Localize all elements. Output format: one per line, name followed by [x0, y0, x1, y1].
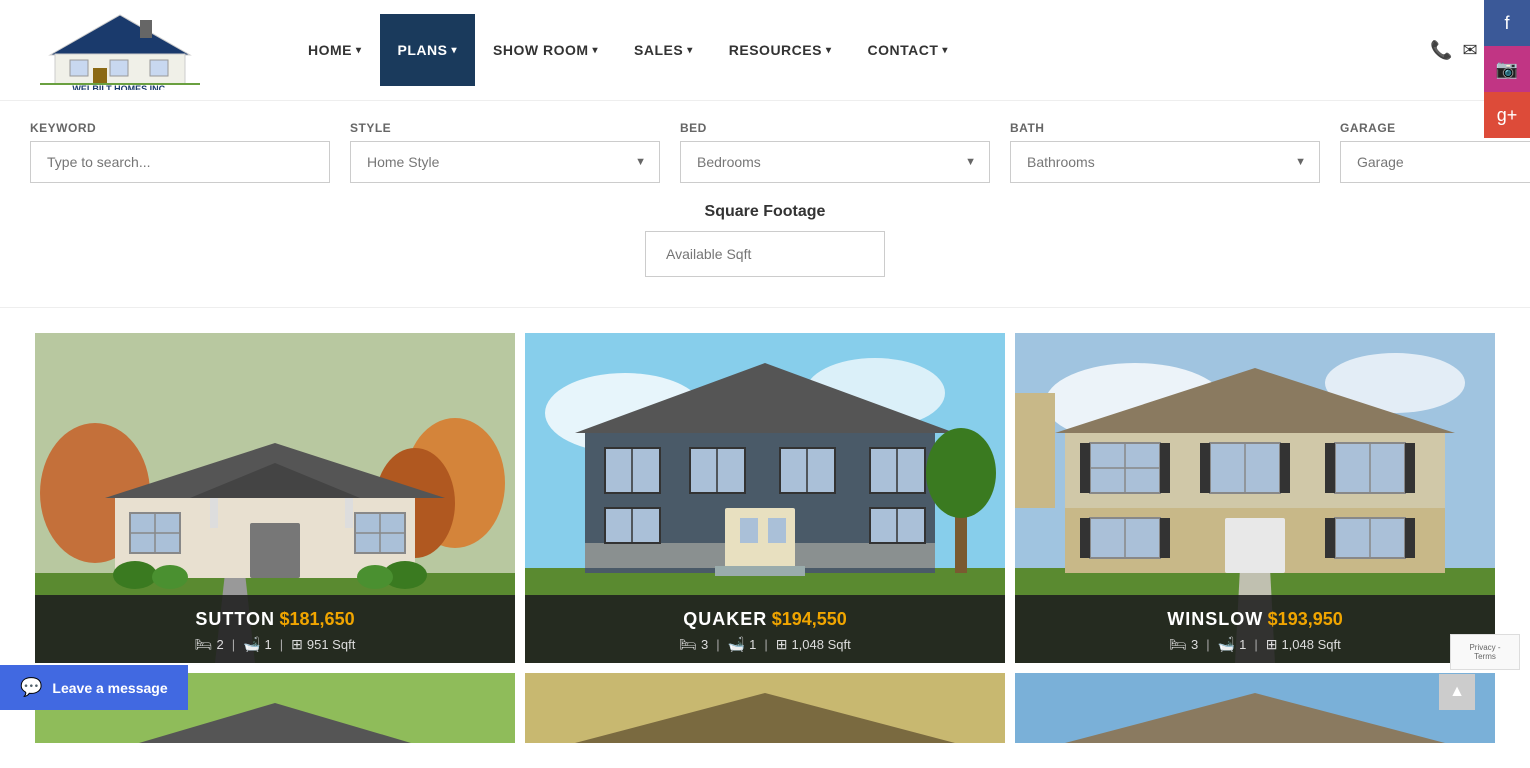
style-label: Style: [350, 121, 660, 135]
logo-image: WELBILT HOMES INC.: [20, 10, 220, 90]
keyword-group: Keyword: [30, 121, 330, 183]
instagram-button[interactable]: 📷: [1484, 46, 1530, 92]
house-name: WINSLOW: [1167, 609, 1263, 629]
bed-icon: 🛏: [1169, 636, 1187, 653]
bed-icon: 🛏: [679, 636, 697, 653]
houses-grid: SUTTON $181,650 🛏 2 | 🛁 1 | ⊞ 951 Sqft: [0, 308, 1530, 768]
house-price: $194,550: [772, 609, 847, 629]
filter-bar: Keyword Style Home Style Ranch Colonial …: [0, 101, 1530, 308]
bath-detail: 🛁 1: [728, 636, 757, 653]
nav-resources[interactable]: RESOURCES ▾: [711, 14, 850, 86]
garage-select-wrapper: Garage None 1 Car 2 Car 3 Car: [1340, 141, 1530, 183]
instagram-icon: 📷: [1496, 59, 1518, 80]
keyword-label: Keyword: [30, 121, 330, 135]
garage-select[interactable]: Garage None 1 Car 2 Car 3 Car: [1340, 141, 1530, 183]
svg-text:WELBILT HOMES INC.: WELBILT HOMES INC.: [72, 84, 167, 90]
house-card-partial-3[interactable]: [1015, 673, 1495, 743]
partial-house-image-2: [525, 673, 1005, 743]
bed-icon: 🛏: [195, 636, 213, 653]
bath-detail: 🛁 1: [1218, 636, 1247, 653]
house-name-price: SUTTON $181,650: [45, 609, 505, 630]
bed-select-wrapper: Bedrooms 1 2 3 4 5+: [680, 141, 990, 183]
chat-icon: 💬: [20, 677, 42, 698]
chat-label: Leave a message: [52, 680, 167, 696]
house-name-price: WINSLOW $193,950: [1025, 609, 1485, 630]
bath-label: Bath: [1010, 121, 1320, 135]
house-card-sutton[interactable]: SUTTON $181,650 🛏 2 | 🛁 1 | ⊞ 951 Sqft: [35, 333, 515, 663]
house-card-quaker[interactable]: QUAKER $194,550 🛏 3 | 🛁 1 | ⊞ 1,048 Sqft: [525, 333, 1005, 663]
sqft-detail: ⊞ 951 Sqft: [291, 636, 355, 653]
chat-button[interactable]: 💬 Leave a message: [0, 665, 188, 710]
header: WELBILT HOMES INC. HOME ▾ PLANS ▾ SHOW R…: [0, 0, 1530, 101]
style-select-wrapper: Home Style Ranch Colonial Split Level Ca…: [350, 141, 660, 183]
house-details: 🛏 2 | 🛁 1 | ⊞ 951 Sqft: [45, 636, 505, 653]
house-name: QUAKER: [683, 609, 767, 629]
house-details: 🛏 3 | 🛁 1 | ⊞ 1,048 Sqft: [535, 636, 995, 653]
sqft-icon: ⊞: [776, 636, 788, 653]
partial-house-illustration-3: [1015, 673, 1495, 743]
bed-select[interactable]: Bedrooms 1 2 3 4 5+: [680, 141, 990, 183]
bed-detail: 🛏 3: [1169, 636, 1198, 653]
facebook-icon: f: [1504, 13, 1509, 34]
bed-group: Bed Bedrooms 1 2 3 4 5+: [680, 121, 990, 183]
main-nav: HOME ▾ PLANS ▾ SHOW ROOM ▾ SALES ▾ RESOU…: [290, 14, 1430, 86]
social-sidebar: f 📷 g+: [1484, 0, 1530, 138]
house-name: SUTTON: [195, 609, 275, 629]
bed-detail: 🛏 3: [679, 636, 708, 653]
partial-house-illustration-2: [525, 673, 1005, 743]
scroll-up-icon: ▲: [1449, 683, 1465, 701]
google-icon: g+: [1497, 105, 1518, 126]
sqft-label: Square Footage: [705, 203, 826, 221]
style-select[interactable]: Home Style Ranch Colonial Split Level Ca…: [350, 141, 660, 183]
phone-icon[interactable]: 📞: [1430, 40, 1452, 61]
privacy-link: Privacy - Terms: [1459, 643, 1511, 661]
nav-plans[interactable]: PLANS ▾: [380, 14, 475, 86]
facebook-button[interactable]: f: [1484, 0, 1530, 46]
chevron-down-icon: ▾: [356, 45, 362, 56]
style-group: Style Home Style Ranch Colonial Split Le…: [350, 121, 660, 183]
bath-icon: 🛁: [243, 636, 260, 653]
house-price: $193,950: [1268, 609, 1343, 629]
chevron-down-icon: ▾: [451, 45, 457, 56]
bed-label: Bed: [680, 121, 990, 135]
logo-area: WELBILT HOMES INC.: [20, 10, 290, 90]
bed-detail: 🛏 2: [195, 636, 224, 653]
bath-icon: 🛁: [1218, 636, 1235, 653]
sqft-section: Square Footage: [30, 183, 1500, 287]
house-card-partial-2[interactable]: [525, 673, 1005, 743]
nav-contact[interactable]: CONTACT ▾: [849, 14, 965, 86]
filter-row: Keyword Style Home Style Ranch Colonial …: [30, 121, 1500, 183]
sqft-icon: ⊞: [1266, 636, 1278, 653]
keyword-input[interactable]: [30, 141, 330, 183]
nav-sales[interactable]: SALES ▾: [616, 14, 711, 86]
nav-showroom[interactable]: SHOW ROOM ▾: [475, 14, 616, 86]
bath-detail: 🛁 1: [243, 636, 272, 653]
bath-icon: 🛁: [728, 636, 745, 653]
house-info-quaker: QUAKER $194,550 🛏 3 | 🛁 1 | ⊞ 1,048 Sqft: [525, 595, 1005, 663]
house-info-sutton: SUTTON $181,650 🛏 2 | 🛁 1 | ⊞ 951 Sqft: [35, 595, 515, 663]
house-details: 🛏 3 | 🛁 1 | ⊞ 1,048 Sqft: [1025, 636, 1485, 653]
bath-group: Bath Bathrooms 1 2 3 4+: [1010, 121, 1320, 183]
bath-select-wrapper: Bathrooms 1 2 3 4+: [1010, 141, 1320, 183]
scroll-up-button[interactable]: ▲: [1439, 674, 1475, 710]
email-icon[interactable]: ✉: [1462, 40, 1477, 61]
chevron-down-icon: ▾: [942, 45, 948, 56]
google-button[interactable]: g+: [1484, 92, 1530, 138]
sqft-icon: ⊞: [291, 636, 303, 653]
bath-select[interactable]: Bathrooms 1 2 3 4+: [1010, 141, 1320, 183]
chevron-down-icon: ▾: [826, 45, 832, 56]
partial-house-image-3: [1015, 673, 1495, 743]
sqft-input[interactable]: [645, 231, 885, 277]
sqft-detail: ⊞ 1,048 Sqft: [1266, 636, 1341, 653]
house-price: $181,650: [280, 609, 355, 629]
house-info-winslow: WINSLOW $193,950 🛏 3 | 🛁 1 | ⊞ 1,048 Sqf…: [1015, 595, 1495, 663]
recaptcha-widget: Privacy - Terms: [1450, 634, 1520, 670]
chevron-down-icon: ▾: [687, 45, 693, 56]
house-name-price: QUAKER $194,550: [535, 609, 995, 630]
house-card-winslow[interactable]: WINSLOW $193,950 🛏 3 | 🛁 1 | ⊞ 1,048 Sqf…: [1015, 333, 1495, 663]
chevron-down-icon: ▾: [593, 45, 599, 56]
sqft-detail: ⊞ 1,048 Sqft: [776, 636, 851, 653]
nav-home[interactable]: HOME ▾: [290, 14, 380, 86]
